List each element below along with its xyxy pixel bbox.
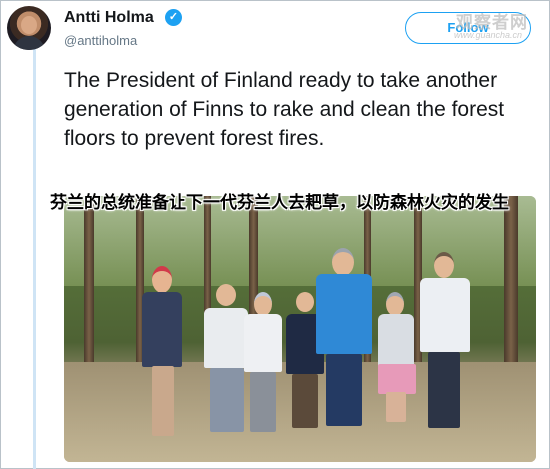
tree-trunk <box>504 196 518 386</box>
author-avatar[interactable] <box>7 6 51 50</box>
tweet-photo[interactable] <box>64 196 536 462</box>
tree-trunk <box>84 196 94 366</box>
verified-badge-icon: ✓ <box>165 9 182 26</box>
thread-line <box>33 48 36 469</box>
watermark-url: www.guancha.cn <box>454 30 523 40</box>
author-name[interactable]: Antti Holma <box>64 9 154 27</box>
avatar-shirt <box>13 36 45 50</box>
chinese-caption: 芬兰的总统准备让下一代芬兰人去耙草，以防森林火灾的发生 <box>50 193 509 212</box>
avatar-face <box>21 16 37 34</box>
tweet-text: The President of Finland ready to take a… <box>64 69 505 150</box>
author-handle[interactable]: @anttiholma <box>64 33 137 48</box>
